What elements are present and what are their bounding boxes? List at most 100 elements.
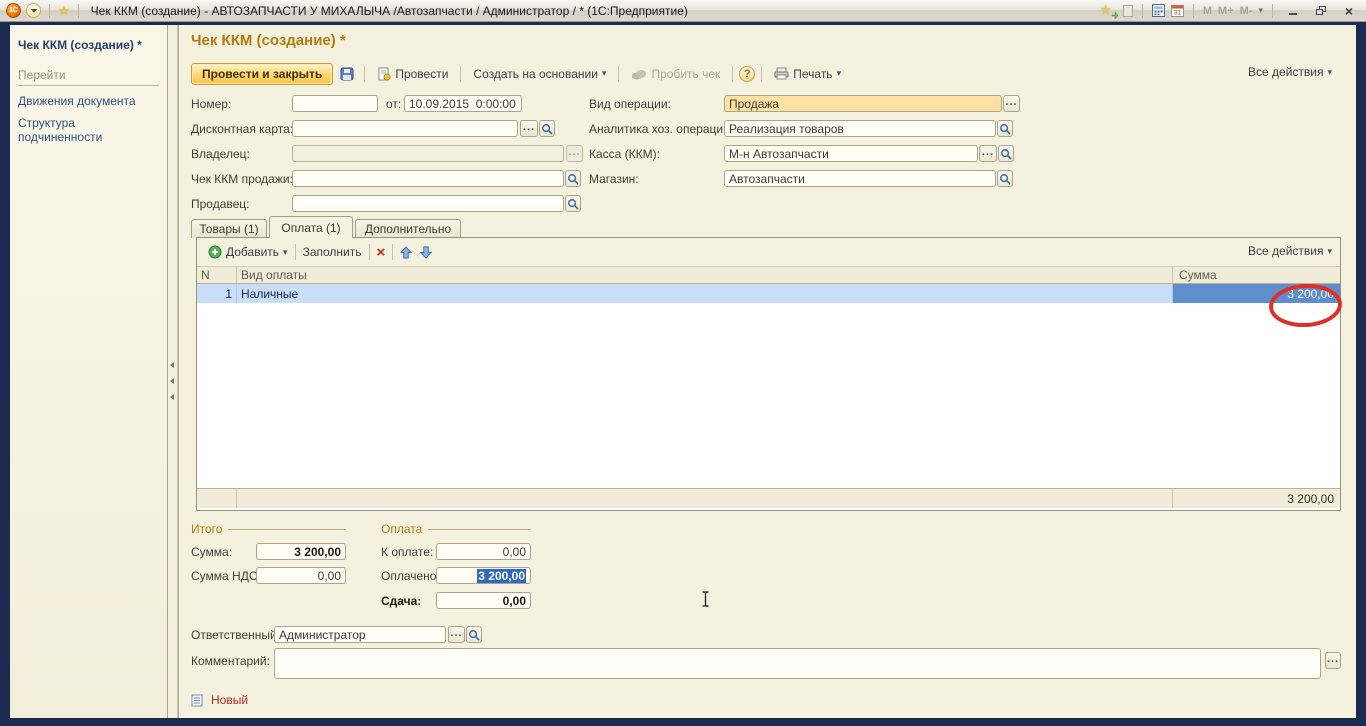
sales-receipt-input[interactable] bbox=[292, 170, 564, 187]
owner-label: Владелец: bbox=[191, 147, 250, 161]
all-actions-button[interactable]: Все действия▾ bbox=[1248, 65, 1332, 79]
store-search-button[interactable] bbox=[997, 170, 1013, 187]
print-button[interactable]: Печать▾ bbox=[768, 65, 847, 83]
cash-register-input[interactable]: М-н Автозапчасти bbox=[724, 145, 978, 162]
seller-input[interactable] bbox=[292, 195, 564, 212]
main-menu-button[interactable] bbox=[26, 3, 41, 18]
discount-card-search-button[interactable] bbox=[539, 120, 555, 137]
magnifier-icon bbox=[541, 123, 553, 135]
sidebar-item-subordination-structure[interactable]: Структура подчиненности bbox=[18, 116, 159, 144]
printer-icon bbox=[774, 67, 789, 80]
chevron-down-icon[interactable]: ▾ bbox=[1258, 5, 1263, 16]
chevron-down-icon: ▾ bbox=[1327, 67, 1332, 78]
grid-all-actions-button[interactable]: Все действия▾ bbox=[1248, 244, 1332, 258]
paid-input[interactable]: 3 200,00 bbox=[436, 567, 531, 584]
arrow-up-icon bbox=[400, 246, 412, 259]
sum-cell-selected[interactable]: 3 200,00 bbox=[1173, 284, 1340, 303]
date-input[interactable]: 10.09.2015 0:00:00 bbox=[404, 95, 522, 112]
seller-search-button[interactable] bbox=[565, 195, 581, 212]
grid-empty-area[interactable] bbox=[197, 303, 1340, 488]
add-favorite-icon[interactable]: ★ bbox=[1100, 3, 1117, 18]
move-row-down-button[interactable] bbox=[416, 244, 436, 261]
cash-register-select-button[interactable]: ... bbox=[979, 145, 997, 162]
responsible-search-button[interactable] bbox=[466, 626, 482, 643]
discount-card-select-button[interactable]: ... bbox=[520, 120, 538, 137]
discount-card-label: Дисконтная карта: bbox=[191, 122, 293, 136]
sidebar-item-document-movements[interactable]: Движения документа bbox=[18, 94, 159, 108]
green-arrow-icon bbox=[1111, 11, 1119, 19]
tab-goods[interactable]: Товары (1) bbox=[191, 219, 267, 238]
tab-payment[interactable]: Оплата (1) bbox=[269, 216, 353, 238]
sidebar-splitter[interactable] bbox=[167, 25, 178, 718]
window-title: Чек ККМ (создание) - АВТОЗАПЧАСТИ У МИХА… bbox=[87, 4, 688, 18]
punch-receipt-button: Пробить чек bbox=[625, 65, 726, 83]
save-button[interactable] bbox=[336, 65, 358, 83]
restore-button[interactable] bbox=[1310, 3, 1332, 19]
selected-text: 3 200,00 bbox=[477, 569, 526, 583]
divider bbox=[364, 66, 365, 82]
floppy-icon bbox=[340, 67, 354, 81]
analytics-input[interactable]: Реализация товаров bbox=[724, 120, 996, 137]
memory-m-plus-button[interactable]: M+ bbox=[1218, 5, 1234, 17]
operation-kind-input[interactable]: Продажа bbox=[724, 95, 1002, 112]
calculator-icon[interactable] bbox=[1152, 4, 1165, 17]
analytics-search-button[interactable] bbox=[997, 120, 1013, 137]
add-row-button[interactable]: Добавить▾ bbox=[204, 243, 292, 261]
document-status-icon bbox=[191, 694, 203, 707]
comment-expand-button[interactable]: ... bbox=[1325, 652, 1341, 669]
close-icon: × bbox=[1345, 4, 1353, 18]
number-label: Номер: bbox=[191, 97, 231, 111]
sales-receipt-search-button[interactable] bbox=[565, 170, 581, 187]
delete-row-button[interactable]: × bbox=[373, 243, 390, 262]
magnifier-icon bbox=[999, 173, 1011, 185]
divider bbox=[1272, 4, 1273, 18]
sales-receipt-label: Чек ККМ продажи: bbox=[191, 172, 293, 186]
responsible-select-button[interactable]: ... bbox=[448, 626, 465, 643]
responsible-input[interactable]: Администратор bbox=[274, 626, 446, 643]
magnifier-icon bbox=[468, 629, 480, 641]
tab-additional[interactable]: Дополнительно bbox=[355, 219, 461, 238]
stamp-icon bbox=[631, 68, 647, 80]
titlebar: 1С ★ Чек ККМ (создание) - АВТОЗАПЧАСТИ У… bbox=[0, 0, 1366, 22]
chevron-down-icon: ▾ bbox=[283, 247, 288, 258]
move-row-up-button[interactable] bbox=[396, 244, 416, 261]
help-button[interactable]: ? bbox=[739, 66, 755, 82]
vat-label: Сумма НДС: bbox=[191, 569, 261, 583]
comment-input[interactable] bbox=[274, 648, 1321, 679]
grid-header: N Вид оплаты Сумма bbox=[197, 267, 1340, 284]
divider bbox=[761, 66, 762, 82]
row-number-cell[interactable]: 1 bbox=[197, 284, 237, 303]
sum-total-input[interactable]: 3 200,00 bbox=[256, 543, 346, 560]
calendar-icon[interactable]: 31 bbox=[1171, 4, 1184, 17]
date-label: от: bbox=[386, 97, 401, 111]
column-header-sum[interactable]: Сумма bbox=[1173, 267, 1340, 283]
payment-type-cell[interactable]: Наличные bbox=[237, 284, 1173, 303]
post-and-close-button[interactable]: Провести и закрыть bbox=[191, 63, 333, 85]
minimize-button[interactable] bbox=[1282, 3, 1304, 19]
memory-m-button[interactable]: M bbox=[1203, 5, 1212, 17]
number-input[interactable] bbox=[292, 95, 378, 112]
change-input[interactable]: 0,00 bbox=[436, 592, 531, 609]
store-input[interactable]: Автозапчасти bbox=[724, 170, 996, 187]
column-header-n[interactable]: N bbox=[197, 267, 237, 283]
divider bbox=[732, 66, 733, 82]
form-toolbar: Провести и закрыть Провести Создать на о… bbox=[191, 61, 847, 86]
cash-register-search-button[interactable] bbox=[998, 145, 1014, 162]
app-logo-icon: 1С bbox=[6, 3, 21, 18]
table-row[interactable]: 1 Наличные 3 200,00 bbox=[197, 284, 1340, 303]
change-label: Сдача: bbox=[381, 594, 421, 608]
divider bbox=[392, 244, 393, 260]
operation-kind-label: Вид операции: bbox=[589, 97, 671, 111]
vat-input[interactable]: 0,00 bbox=[256, 567, 346, 584]
create-on-basis-button[interactable]: Создать на основании▾ bbox=[467, 65, 612, 83]
discount-card-input[interactable] bbox=[292, 120, 518, 137]
to-pay-input[interactable]: 0,00 bbox=[436, 543, 531, 560]
column-header-payment-type[interactable]: Вид оплаты bbox=[237, 267, 1173, 283]
favorites-star-icon[interactable]: ★ bbox=[58, 4, 70, 17]
text-cursor-icon bbox=[701, 591, 710, 610]
footer-cell bbox=[237, 489, 1173, 508]
memory-m-minus-button[interactable]: M- bbox=[1240, 5, 1253, 17]
close-button[interactable]: × bbox=[1338, 3, 1360, 19]
post-button[interactable]: Провести bbox=[371, 65, 454, 83]
operation-kind-select-button[interactable]: ... bbox=[1003, 95, 1020, 112]
